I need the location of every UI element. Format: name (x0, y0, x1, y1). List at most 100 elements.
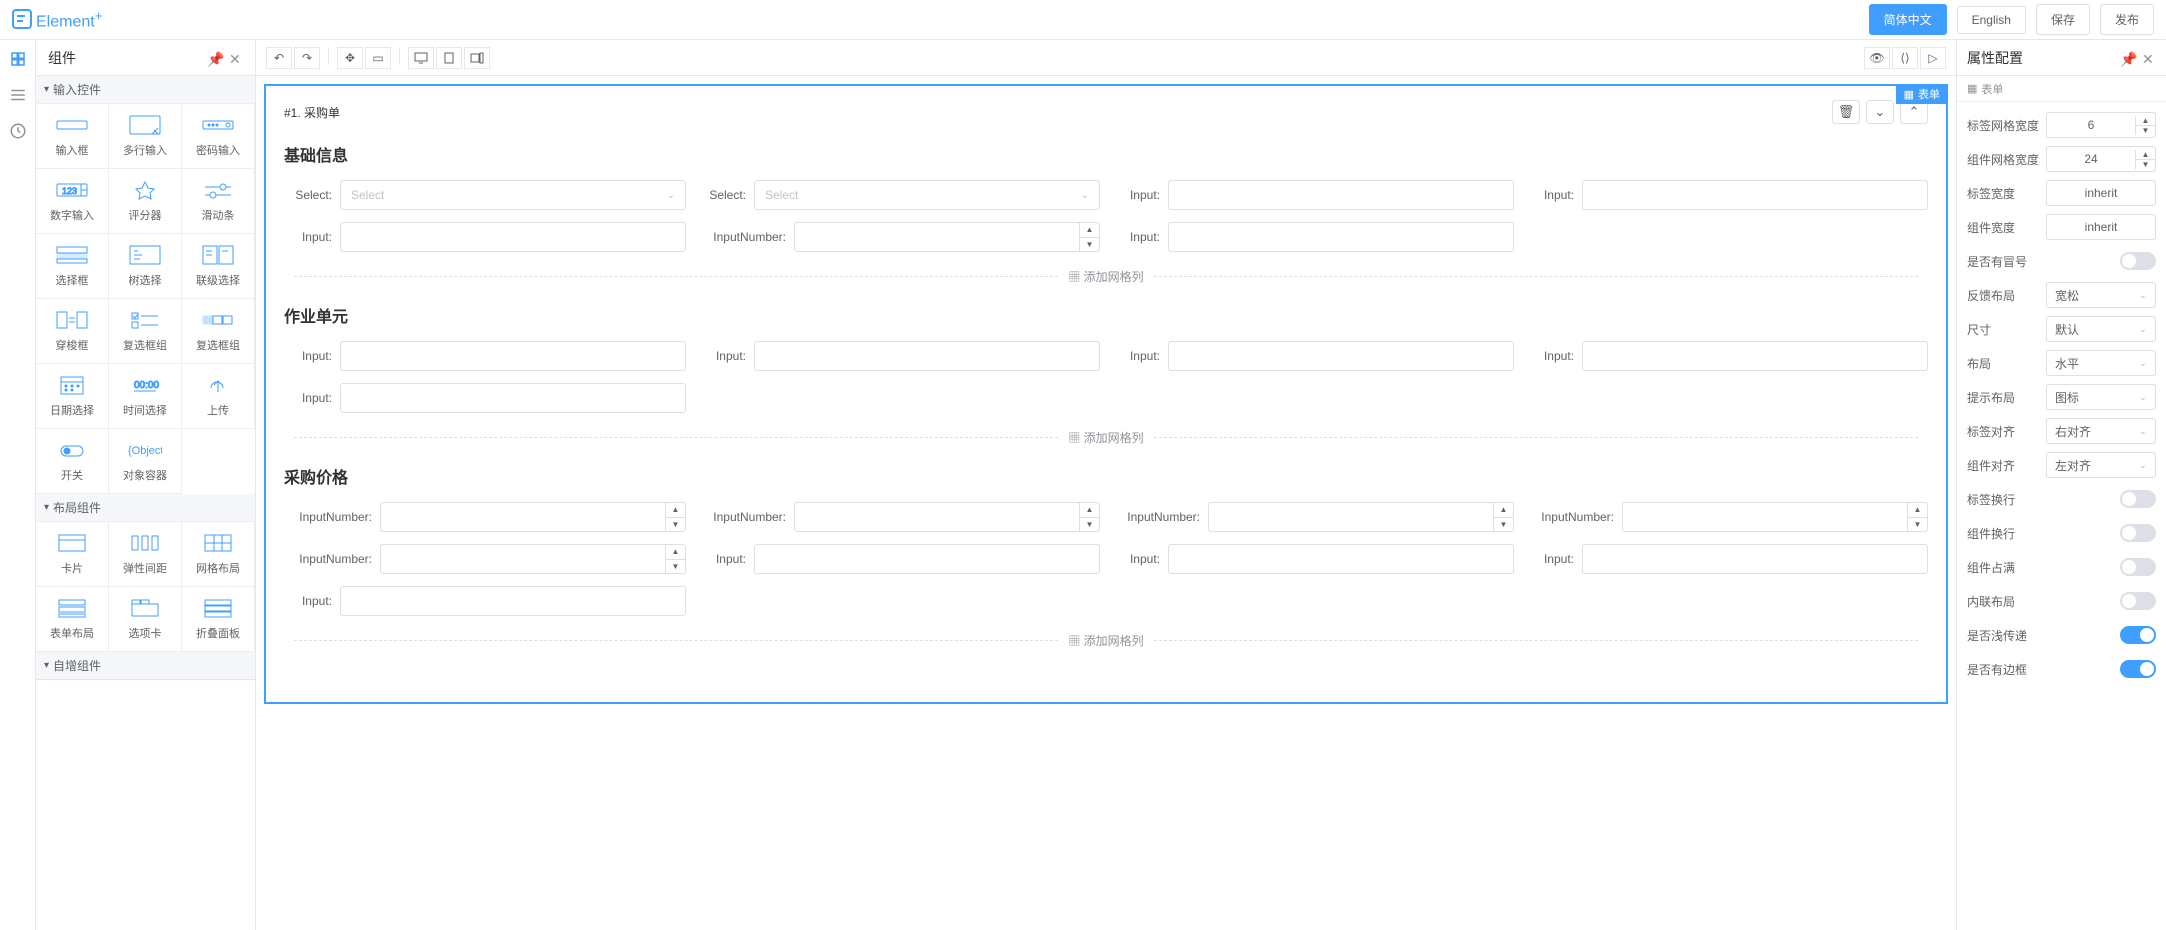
save-button[interactable]: 保存 (2036, 4, 2090, 35)
select-field[interactable]: Select⌄ (340, 180, 686, 210)
component-item-cascader[interactable]: 联级选择 (181, 233, 255, 299)
input-field[interactable] (1168, 544, 1514, 574)
inline-toggle[interactable] (2120, 592, 2156, 610)
outline-rail-icon[interactable] (9, 86, 27, 104)
component-item-input[interactable]: 输入框 (36, 103, 109, 169)
add-grid-column-hint[interactable]: ▦ 添加网格列 (284, 429, 1928, 446)
component-item-checkbox[interactable]: 复选框组 (108, 298, 182, 364)
input-field[interactable] (1582, 180, 1928, 210)
tooltip-layout-select[interactable]: 图标⌄ (2046, 384, 2156, 410)
select-field[interactable]: Select⌄ (754, 180, 1100, 210)
code-button[interactable]: ⟨⟩ (1892, 47, 1918, 69)
comp-width-input[interactable]: inherit (2046, 214, 2156, 240)
group-self-header[interactable]: ▾自增组件 (36, 652, 255, 680)
add-grid-column-hint[interactable]: ▦ 添加网格列 (284, 632, 1928, 649)
comp-wrap-toggle[interactable] (2120, 524, 2156, 542)
form-card[interactable]: ▦ 表单 #1. 采购单 🗑 ⌄ ⌃ 基础信息 Select:Select⌄ S… (264, 84, 1948, 704)
component-item-select[interactable]: 选择框 (36, 233, 109, 299)
component-item-grid[interactable]: 网格布局 (181, 521, 255, 587)
component-item-formlayout[interactable]: 表单布局 (36, 586, 109, 652)
component-item-rate[interactable]: 评分器 (108, 168, 182, 234)
play-button[interactable]: ▷ (1920, 47, 1946, 69)
number-field[interactable]: ▲▼ (380, 544, 686, 574)
field-label: Input: (284, 391, 340, 405)
input-field[interactable] (340, 222, 686, 252)
close-icon[interactable]: ✕ (229, 51, 243, 65)
input-field[interactable] (1582, 341, 1928, 371)
component-item-treeselect[interactable]: 树选择 (108, 233, 182, 299)
label-width-input[interactable]: inherit (2046, 180, 2156, 206)
comp-align-select[interactable]: 左对齐⌄ (2046, 452, 2156, 478)
publish-button[interactable]: 发布 (2100, 4, 2154, 35)
tablet-view-button[interactable] (436, 47, 462, 69)
number-field[interactable]: ▲▼ (380, 502, 686, 532)
border-toggle[interactable] (2120, 660, 2156, 678)
component-item-object[interactable]: {Object}对象容器 (108, 428, 182, 494)
feedback-layout-select[interactable]: 宽松⌄ (2046, 282, 2156, 308)
component-item-switch[interactable]: 开关 (36, 428, 109, 494)
move-button[interactable]: ✥ (337, 47, 363, 69)
shallow-toggle[interactable] (2120, 626, 2156, 644)
input-field[interactable] (754, 544, 1100, 574)
component-item-number[interactable]: 123数字输入 (36, 168, 109, 234)
component-item-space[interactable]: 弹性间距 (108, 521, 182, 587)
preview-button[interactable]: 👁 (1864, 47, 1890, 69)
add-grid-column-hint[interactable]: ▦ 添加网格列 (284, 268, 1928, 285)
number-field[interactable]: ▲▼ (794, 222, 1100, 252)
undo-button[interactable]: ↶ (266, 47, 292, 69)
number-field[interactable]: ▲▼ (1208, 502, 1514, 532)
delete-form-button[interactable]: 🗑 (1832, 100, 1860, 124)
input-field[interactable] (340, 341, 686, 371)
component-item-tabs[interactable]: 选项卡 (108, 586, 182, 652)
redo-button[interactable]: ↷ (294, 47, 320, 69)
formlayout-icon (55, 597, 89, 619)
component-item-date[interactable]: 日期选择 (36, 363, 109, 429)
input-field[interactable] (754, 341, 1100, 371)
has-colon-toggle[interactable] (2120, 252, 2156, 270)
cascader-icon (201, 244, 235, 266)
collapse-down-button[interactable]: ⌄ (1866, 100, 1894, 124)
input-field[interactable] (1168, 341, 1514, 371)
component-item-upload[interactable]: 上传 (181, 363, 255, 429)
lang-en-button[interactable]: English (1957, 6, 2026, 34)
comp-grid-width-stepper[interactable]: 24▲▼ (2046, 146, 2156, 172)
number-field[interactable]: ▲▼ (1622, 502, 1928, 532)
component-item-textarea[interactable]: 多行输入 (108, 103, 182, 169)
component-item-collapse[interactable]: 折叠面板 (181, 586, 255, 652)
component-item-slider[interactable]: 滑动条 (181, 168, 255, 234)
input-field[interactable] (340, 383, 686, 413)
input-field[interactable] (1582, 544, 1928, 574)
component-item-card[interactable]: 卡片 (36, 521, 109, 587)
group-layout-header[interactable]: ▾布局组件 (36, 494, 255, 522)
component-item-checkboxbtn[interactable]: 复选框组 (181, 298, 255, 364)
component-item-password[interactable]: 密码输入 (181, 103, 255, 169)
label-wrap-toggle[interactable] (2120, 490, 2156, 508)
time-icon: 00:00 (128, 374, 162, 396)
label-align-select[interactable]: 右对齐⌄ (2046, 418, 2156, 444)
select-button[interactable]: ▭ (365, 47, 391, 69)
input-field[interactable] (1168, 180, 1514, 210)
mobile-view-button[interactable] (464, 47, 490, 69)
number-field[interactable]: ▲▼ (794, 502, 1100, 532)
lang-zh-button[interactable]: 简体中文 (1869, 4, 1947, 35)
pin-icon[interactable]: 📌 (2120, 51, 2134, 65)
layout-select[interactable]: 水平⌄ (2046, 350, 2156, 376)
group-input-header[interactable]: ▾输入控件 (36, 76, 255, 104)
upload-icon (201, 374, 235, 396)
props-breadcrumb: ▦ 表单 (1957, 76, 2166, 102)
component-item-transfer[interactable]: 穿梭框 (36, 298, 109, 364)
select-icon (55, 244, 89, 266)
input-field[interactable] (1168, 222, 1514, 252)
component-item-time[interactable]: 00:00时间选择 (108, 363, 182, 429)
size-select[interactable]: 默认⌄ (2046, 316, 2156, 342)
history-rail-icon[interactable] (9, 122, 27, 140)
desktop-view-button[interactable] (408, 47, 434, 69)
components-rail-icon[interactable] (9, 50, 27, 68)
input-field[interactable] (340, 586, 686, 616)
label-grid-width-stepper[interactable]: 6▲▼ (2046, 112, 2156, 138)
pin-icon[interactable]: 📌 (207, 51, 221, 65)
close-icon[interactable]: ✕ (2142, 51, 2156, 65)
fill-toggle[interactable] (2120, 558, 2156, 576)
component-label: 选择框 (56, 272, 89, 288)
left-rail (0, 40, 36, 930)
